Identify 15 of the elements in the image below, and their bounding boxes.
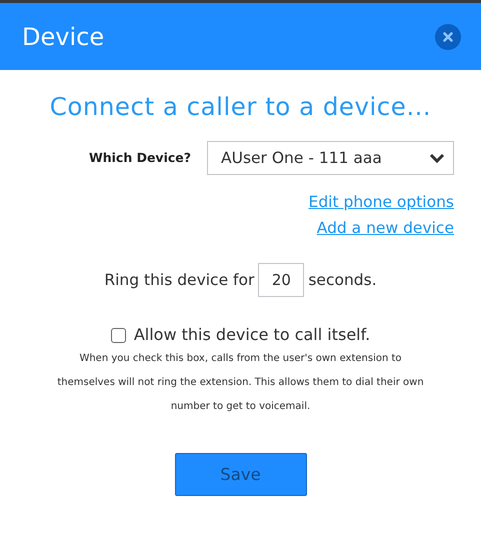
chevron-down-icon (429, 152, 445, 164)
seconds-label: seconds. (308, 270, 377, 291)
ring-label: Ring this device for (104, 270, 254, 291)
help-text: When you check this box, calls from the user's own extension to themselves will not ring the extension. This allows them to dial their own number to get to voicemail. (56, 352, 425, 414)
checkbox-label: Allow this device to call itself. (134, 324, 370, 346)
dialog-title: Device (22, 22, 104, 52)
link[interactable]: Add a new device (316, 215, 454, 242)
close-icon[interactable] (435, 24, 461, 50)
save-button[interactable]: Save (174, 453, 306, 496)
field-label: Which Device? (88, 149, 191, 168)
link[interactable]: Edit phone options (308, 189, 454, 216)
checkbox[interactable] (110, 328, 126, 343)
seconds-field[interactable]: 20 (258, 263, 304, 298)
dialog-heading: Connect a caller to a device... (48, 92, 432, 122)
device-dropdown[interactable]: AUser One - 111 aaa (207, 141, 454, 176)
